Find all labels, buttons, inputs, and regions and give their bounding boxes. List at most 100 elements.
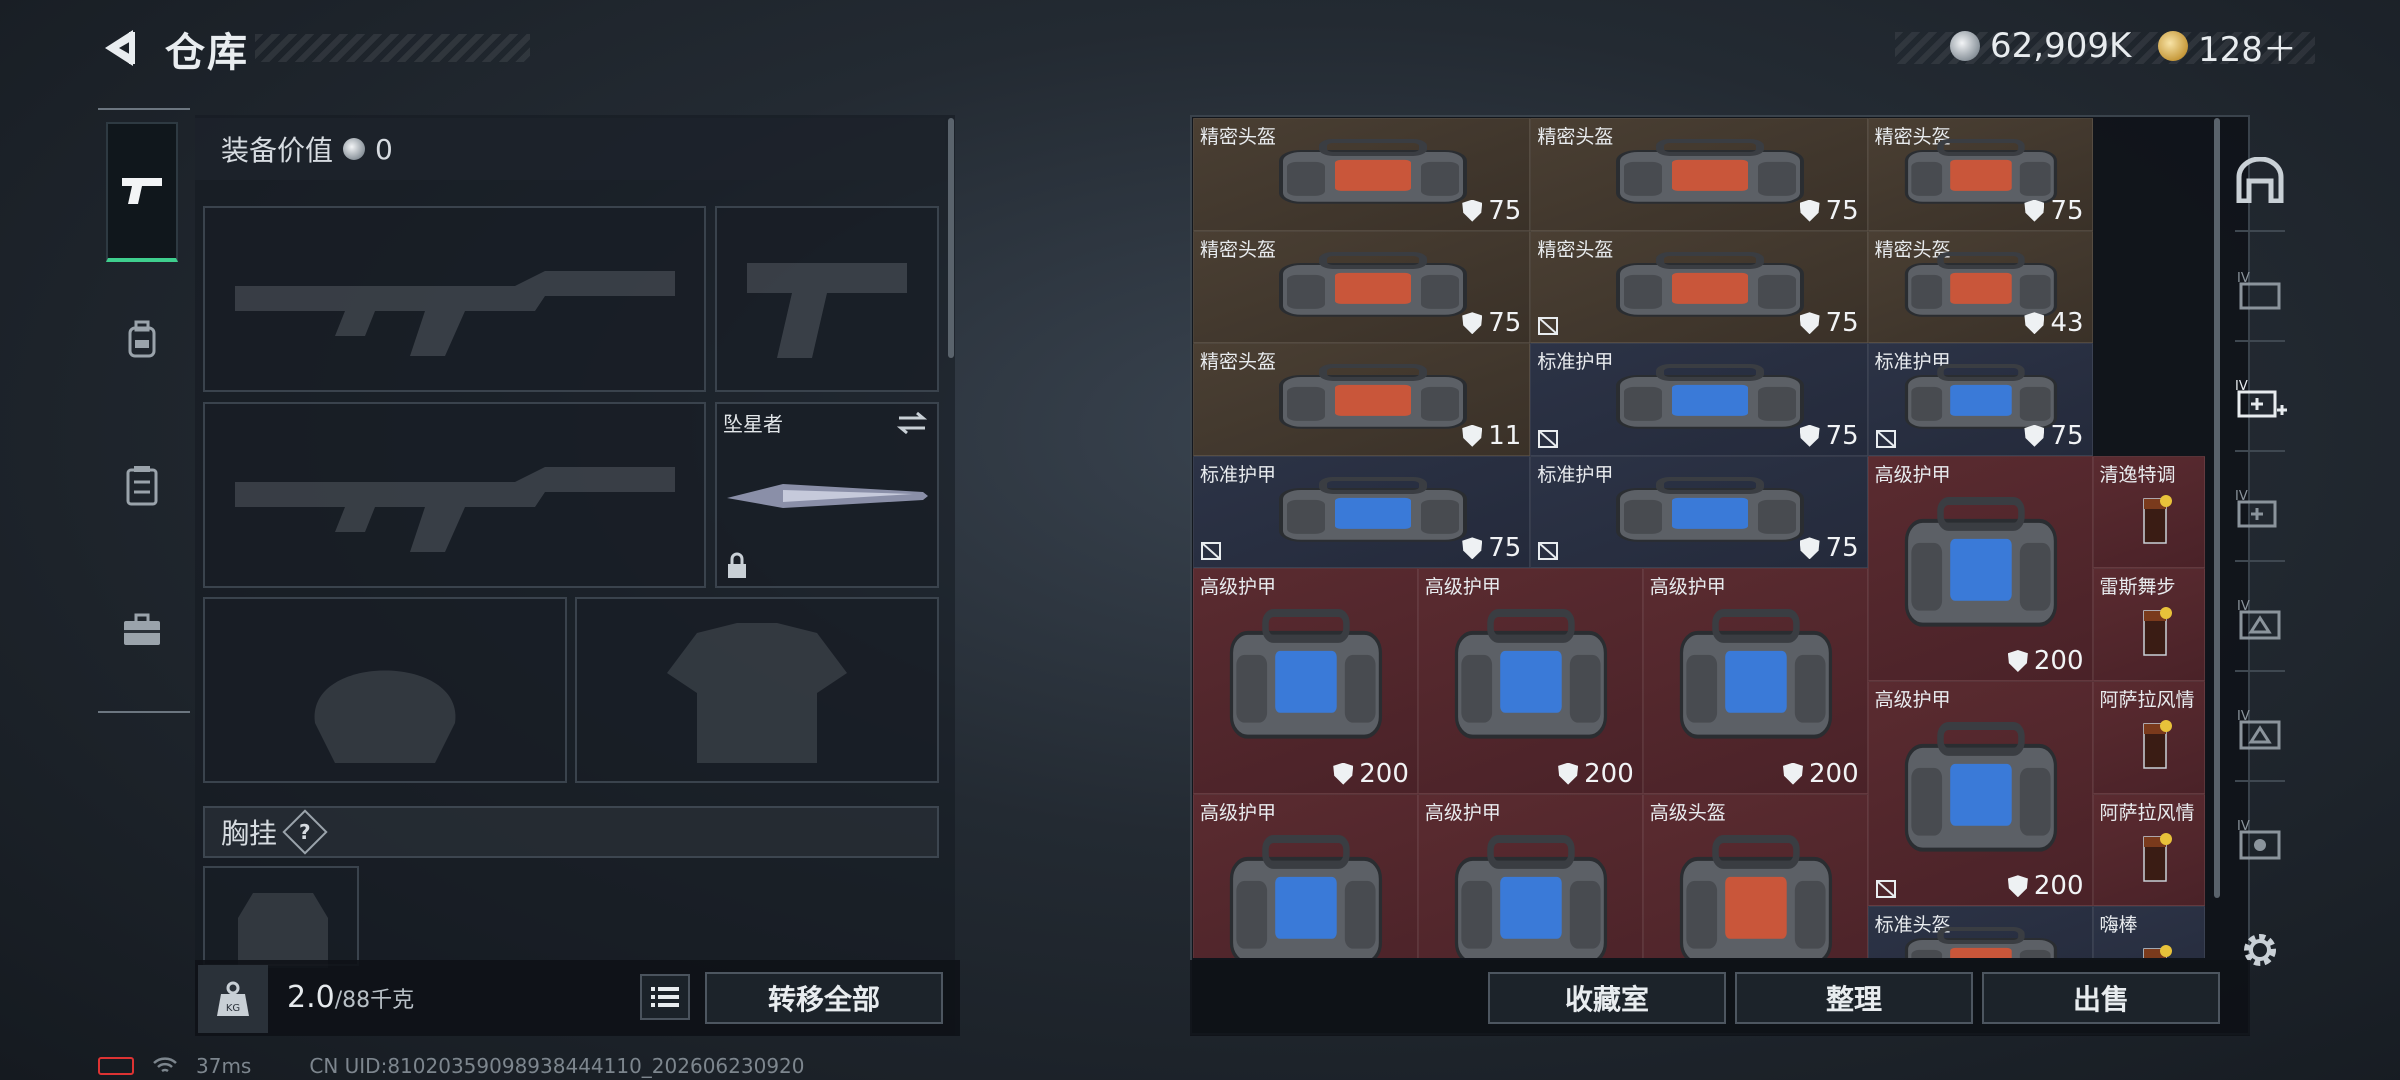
storage-item[interactable]: 阿萨拉风情 [2092, 793, 2205, 907]
drink-icon [2143, 832, 2172, 882]
tab-backpack[interactable] [106, 270, 178, 410]
tab-case[interactable] [106, 560, 178, 700]
helmet-silhouette-icon [314, 670, 456, 763]
shield-icon [2007, 875, 2028, 898]
storage-item[interactable]: 阿萨拉风情 [2092, 681, 2205, 794]
storage-item[interactable]: 嗨棒 [2092, 906, 2205, 958]
storage-item[interactable]: 精密头盔 11 [1193, 343, 1531, 456]
rail-all-storage[interactable] [2225, 140, 2295, 220]
storage-item[interactable]: 精密头盔 75 [1867, 118, 2093, 231]
durability: 200 [1333, 759, 1409, 789]
storage-item[interactable]: 高级护甲 [1417, 793, 1643, 958]
secondary-weapon-slot[interactable] [715, 206, 939, 392]
storage-item[interactable]: 雷斯舞步 [2092, 568, 2205, 681]
armor-case-icon [1615, 364, 1804, 430]
briefcase-icon [124, 613, 160, 645]
no-trade-icon [1538, 429, 1559, 448]
storage-item[interactable]: 清逸特调 [2092, 455, 2205, 569]
item-name: 精密头盔 [1200, 238, 1277, 261]
storage-item[interactable]: 高级护甲 200 [1867, 681, 2093, 907]
armor-case-icon [1278, 476, 1467, 542]
melee-slot[interactable]: 坠星者 [715, 402, 939, 588]
storage-item[interactable]: 标准头盔 [1867, 906, 2093, 958]
durability-value: 200 [2033, 645, 2084, 676]
armor-case-icon [1230, 609, 1383, 740]
durability-value: 200 [1809, 758, 1859, 789]
list-icon [651, 987, 679, 1007]
silver-currency: 62,909K [1950, 26, 2131, 66]
back-button[interactable] [95, 22, 143, 74]
durability: 75 [2024, 421, 2084, 451]
weight-icon: KG [217, 981, 249, 1016]
shield-icon [1462, 424, 1483, 447]
rail-medical[interactable]: IV [2225, 360, 2295, 440]
sort-button[interactable]: 整理 [1735, 972, 1973, 1024]
shield-icon [1783, 762, 1803, 785]
pistol-silhouette-icon [747, 263, 907, 358]
storage-item[interactable]: 高级头盔 [1642, 793, 1868, 958]
svg-text:KG: KG [226, 1003, 240, 1014]
durability: 75 [1799, 196, 1859, 226]
item-name: 标准护甲 [1537, 351, 1614, 374]
rail-separator [2235, 340, 2285, 342]
storage-item[interactable]: 精密头盔 75 [1530, 230, 1868, 344]
rail-storage-4[interactable]: IV [2225, 250, 2295, 330]
helmet-slot[interactable] [203, 597, 567, 783]
durability: 200 [2007, 871, 2084, 901]
sell-button[interactable]: 出售 [1982, 972, 2220, 1024]
helmet-case-icon [1278, 251, 1467, 317]
silver-amount: 62,909K [1990, 26, 2132, 66]
back-arrow-icon [105, 30, 135, 66]
armor-slot[interactable] [575, 597, 939, 783]
storage-arch-icon [2236, 157, 2284, 203]
help-icon[interactable]: ? [282, 809, 328, 855]
rail-medical-2[interactable]: IV [2225, 470, 2295, 550]
storage-item[interactable]: 高级护甲 [1193, 793, 1418, 958]
storage-item[interactable]: 高级护甲 200 [1867, 455, 2093, 681]
rail-misc[interactable]: IV [2225, 800, 2295, 880]
rail-ammo[interactable]: IV [2225, 580, 2295, 660]
armor-case-icon [1904, 496, 2058, 627]
wifi-icon [153, 1057, 177, 1073]
rail-ammo-2[interactable]: IV [2225, 690, 2295, 770]
collection-room-button[interactable]: 收藏室 [1488, 972, 1726, 1024]
storage-item[interactable]: 高级护甲 200 [1417, 568, 1643, 794]
loadout-scrollbar[interactable] [948, 118, 954, 358]
storage-item[interactable]: 精密头盔 43 [1867, 230, 2093, 344]
transfer-all-button[interactable]: 转移全部 [705, 972, 943, 1024]
durability-value: 75 [1488, 195, 1522, 226]
battery-icon [98, 1057, 134, 1075]
chest-rig-slot[interactable] [203, 866, 359, 968]
rig-silhouette-icon [238, 893, 328, 968]
storage-item[interactable]: 精密头盔 75 [1530, 118, 1868, 231]
vest-icon [126, 466, 158, 506]
rail-separator [2235, 450, 2285, 452]
drink-icon [2143, 720, 2172, 769]
item-name: 精密头盔 [1537, 126, 1614, 148]
storage-scrollbar[interactable] [2214, 118, 2220, 898]
list-view-button[interactable] [640, 974, 690, 1020]
storage-item[interactable]: 标准护甲 75 [1867, 343, 2093, 456]
tab-weapons[interactable] [106, 122, 178, 262]
storage-item[interactable]: 标准护甲 75 [1530, 455, 1868, 569]
item-name: 精密头盔 [1200, 126, 1277, 148]
shield-icon [2024, 312, 2045, 335]
primary-weapon-slot[interactable] [203, 206, 706, 392]
storage-item[interactable]: 标准护甲 75 [1530, 343, 1868, 456]
gold-currency[interactable]: 128＋ [2158, 26, 2297, 70]
storage-item[interactable]: 高级护甲 200 [1642, 568, 1868, 794]
title-decoration [255, 34, 530, 62]
secondary-primary-slot[interactable] [203, 402, 706, 588]
durability-value: 75 [1488, 308, 1522, 339]
durability: 75 [1462, 196, 1521, 226]
equip-value-amount: 0 [375, 132, 393, 166]
item-name: 精密头盔 [1200, 351, 1277, 374]
rail-separator [2235, 780, 2285, 782]
armor-case-icon [1615, 476, 1804, 542]
storage-item[interactable]: 高级护甲 200 [1193, 568, 1418, 794]
swap-icon[interactable] [895, 410, 929, 436]
storage-item[interactable]: 标准护甲 75 [1193, 455, 1531, 569]
tab-vest[interactable] [106, 415, 178, 555]
storage-item[interactable]: 精密头盔 75 [1193, 118, 1531, 231]
storage-item[interactable]: 精密头盔 75 [1193, 230, 1531, 344]
